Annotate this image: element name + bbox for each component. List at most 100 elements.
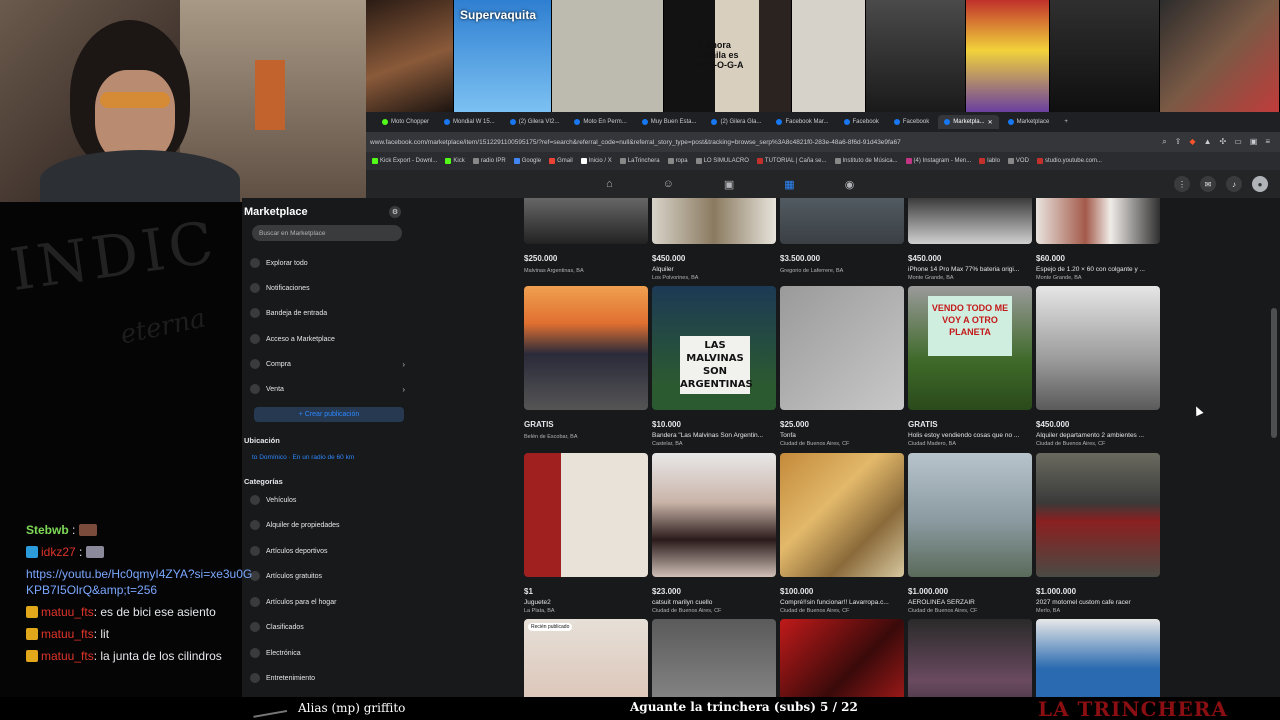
extensions-icon[interactable]: ✣ [1220,137,1227,147]
sidebar-item-acceso[interactable]: Acceso a Marketplace [250,331,405,347]
bookmark-item[interactable]: Google [513,158,541,164]
new-tab-button[interactable]: + [1058,115,1074,129]
listing-card[interactable] [780,619,904,697]
search-input[interactable]: Buscar en Marketplace [252,225,402,241]
sidebar-item-compra[interactable]: Compra › [250,356,405,372]
brand-watermark: LA TRINCHERA [1038,697,1228,720]
listing-card[interactable]: GRATIS Belén de Escobar, BA [524,286,648,440]
bookmark-folder[interactable]: ropa [667,158,688,164]
bookmark-item[interactable]: Instituto de Música... [834,158,898,164]
category-item[interactable]: Vehículos [250,492,405,508]
bookmark-item[interactable]: LaTrinchera [619,158,660,164]
category-item[interactable]: Alquiler de propiedades [250,517,405,533]
brave-shield-icon[interactable]: ◆ [1189,137,1195,147]
bag-icon [250,359,260,369]
listing-card[interactable]: $1 Juguete2 La Plata, BA [524,453,648,614]
webcam-poster [255,60,285,130]
listing-location: Ciudad de Buenos Aires, CF [908,608,978,614]
sidebar-icon[interactable]: ▭ [1234,137,1242,147]
home-icon[interactable]: ⌂ [606,178,613,191]
bookmark-item[interactable]: VOD [1007,158,1029,164]
listing-location: Ciudad de Buenos Aires, CF [780,608,850,614]
listing-location: Castelar, BA [652,441,683,447]
profile-avatar[interactable]: ● [1252,176,1268,192]
listing-card[interactable]: $25.000 Tonfa Ciudad de Buenos Aires, CF [780,286,904,447]
browser-tab[interactable]: Muy Buen Esta... [636,115,703,129]
listing-card[interactable]: VENDO TODO ME VOY A OTRO PLANETA GRATIS … [908,286,1032,447]
category-item[interactable]: Artículos gratuitos [250,568,405,584]
listing-card[interactable] [652,619,776,697]
page-scrollbar[interactable] [1268,198,1280,697]
listing-card[interactable]: $100.000 Compré!!sin funcionar!! Lavarro… [780,453,904,614]
listing-card[interactable]: $1.000.000 AEROLINEA SERZAIR Ciudad de B… [908,453,1032,614]
listing-card[interactable] [908,619,1032,697]
zoom-icon[interactable]: ⌕ [1162,137,1166,147]
listing-card[interactable]: Recién publicado [524,619,648,697]
listing-title: iPhone 14 Pro Max 77% bateria origi... [908,266,1020,273]
category-item[interactable]: Artículos para el hogar [250,594,405,610]
browser-tab[interactable]: Marketplace [1002,115,1056,129]
listing-card[interactable]: $450.000 Alquiler Los Polvorines, BA [652,198,776,281]
bookmark-item[interactable]: studio.youtube.com... [1036,158,1102,164]
messenger-icon[interactable]: ✉ [1200,176,1216,192]
listing-card[interactable]: $23.000 catsuit marilyn cuello Ciudad de… [652,453,776,614]
menu-icon[interactable]: ≡ [1265,137,1270,147]
browser-tab[interactable]: (2) Gilera VI2... [504,115,566,129]
chat-link[interactable]: https://youtu.be/Hc0qmyI4ZYA?si=xe3u0GKP… [26,567,252,597]
browser-tab[interactable]: Moto En Perm... [568,115,632,129]
bookmark-item[interactable]: TUTORIAL | Caña se... [756,158,827,164]
category-item[interactable]: Electrónica [250,645,405,661]
listing-title: Alquiler departamento 2 ambientes ... [1036,432,1145,439]
browser-tab[interactable]: Moto Chopper [376,115,435,129]
rewards-icon[interactable]: ▲ [1204,137,1212,147]
url-text[interactable]: www.facebook.com/marketplace/item/151229… [370,139,901,146]
bookmark-item[interactable]: Kick [445,158,465,164]
listing-card[interactable]: $1.000.000 2027 motomel custom cafe race… [1036,453,1160,614]
category-item[interactable]: Artículos deportivos [250,543,405,559]
category-item[interactable]: Clasificados [250,619,405,635]
listing-card[interactable] [1036,619,1160,697]
sidebar-item-notificaciones[interactable]: Notificaciones [250,280,405,296]
scrollbar-thumb[interactable] [1271,308,1277,438]
browser-tab[interactable]: Facebook Mar... [770,115,834,129]
listing-card[interactable]: $250.000 Malvinas Argentinas, BA [524,198,648,274]
create-listing-button[interactable]: + Crear publicación [254,407,404,422]
listing-card[interactable]: $450.000 iPhone 14 Pro Max 77% bateria o… [908,198,1032,281]
video-icon[interactable]: ▣ [724,178,734,191]
sidebar-item-explorar[interactable]: Explorar todo [250,255,405,271]
browser-tab-active[interactable]: Marketpla... ✕ [938,115,999,129]
bookmark-item[interactable]: Inicio / X [580,158,612,164]
bookmark-item[interactable]: (4) Instagram - Men... [905,158,971,164]
bookmark-item[interactable]: radio IPR [472,158,506,164]
wallet-icon[interactable]: ▣ [1250,137,1258,147]
strip-photo [552,0,664,112]
browser-tab[interactable]: (2) Gilera Gla... [705,115,767,129]
sidebar-item-bandeja[interactable]: Bandeja de entrada [250,305,405,321]
gaming-icon[interactable]: ◉ [845,178,855,191]
browser-tab[interactable]: Facebook [888,115,935,129]
share-icon[interactable]: ⇪ [1175,137,1182,147]
listing-card[interactable]: $60.000 Espejo de 1.20 × 60 con colgante… [1036,198,1160,281]
browser-tab[interactable]: Mondial W 15... [438,115,501,129]
webcam-glasses [100,92,170,108]
bookmark-favicon-icon [695,158,702,164]
listing-card[interactable]: $450.000 Alquiler departamento 2 ambient… [1036,286,1160,447]
notifications-bell-icon[interactable]: ♪ [1226,176,1242,192]
listing-card[interactable]: $3.500.000 Gregorio de Laferrere, BA [780,198,904,274]
listing-card[interactable]: LAS MALVINAS SON ARGENTINAS $10.000 Band… [652,286,776,447]
browser-tab[interactable]: Facebook [838,115,885,129]
category-item[interactable]: Entretenimiento [250,670,405,686]
bookmark-item[interactable]: Gmail [549,158,573,164]
bookmark-item[interactable]: lablo [979,158,1000,164]
marketplace-icon[interactable]: ▦ [784,178,794,191]
tab-close-icon[interactable]: ✕ [988,119,993,126]
tab-favicon-icon [711,119,718,125]
gear-icon[interactable]: ⚙ [389,206,401,218]
bookmark-item[interactable]: LO SIMULACRO [695,158,749,164]
bookmark-item[interactable]: Kick Export - Downl... [372,158,437,164]
menu-grid-icon[interactable]: ⋮ [1174,176,1190,192]
address-bar[interactable]: www.facebook.com/marketplace/item/151229… [366,132,1280,152]
friends-icon[interactable]: ☺ [663,178,674,191]
sidebar-item-venta[interactable]: Venta › [250,381,405,397]
location-value[interactable]: to Domínico · En un radio de 60 km [252,454,354,461]
